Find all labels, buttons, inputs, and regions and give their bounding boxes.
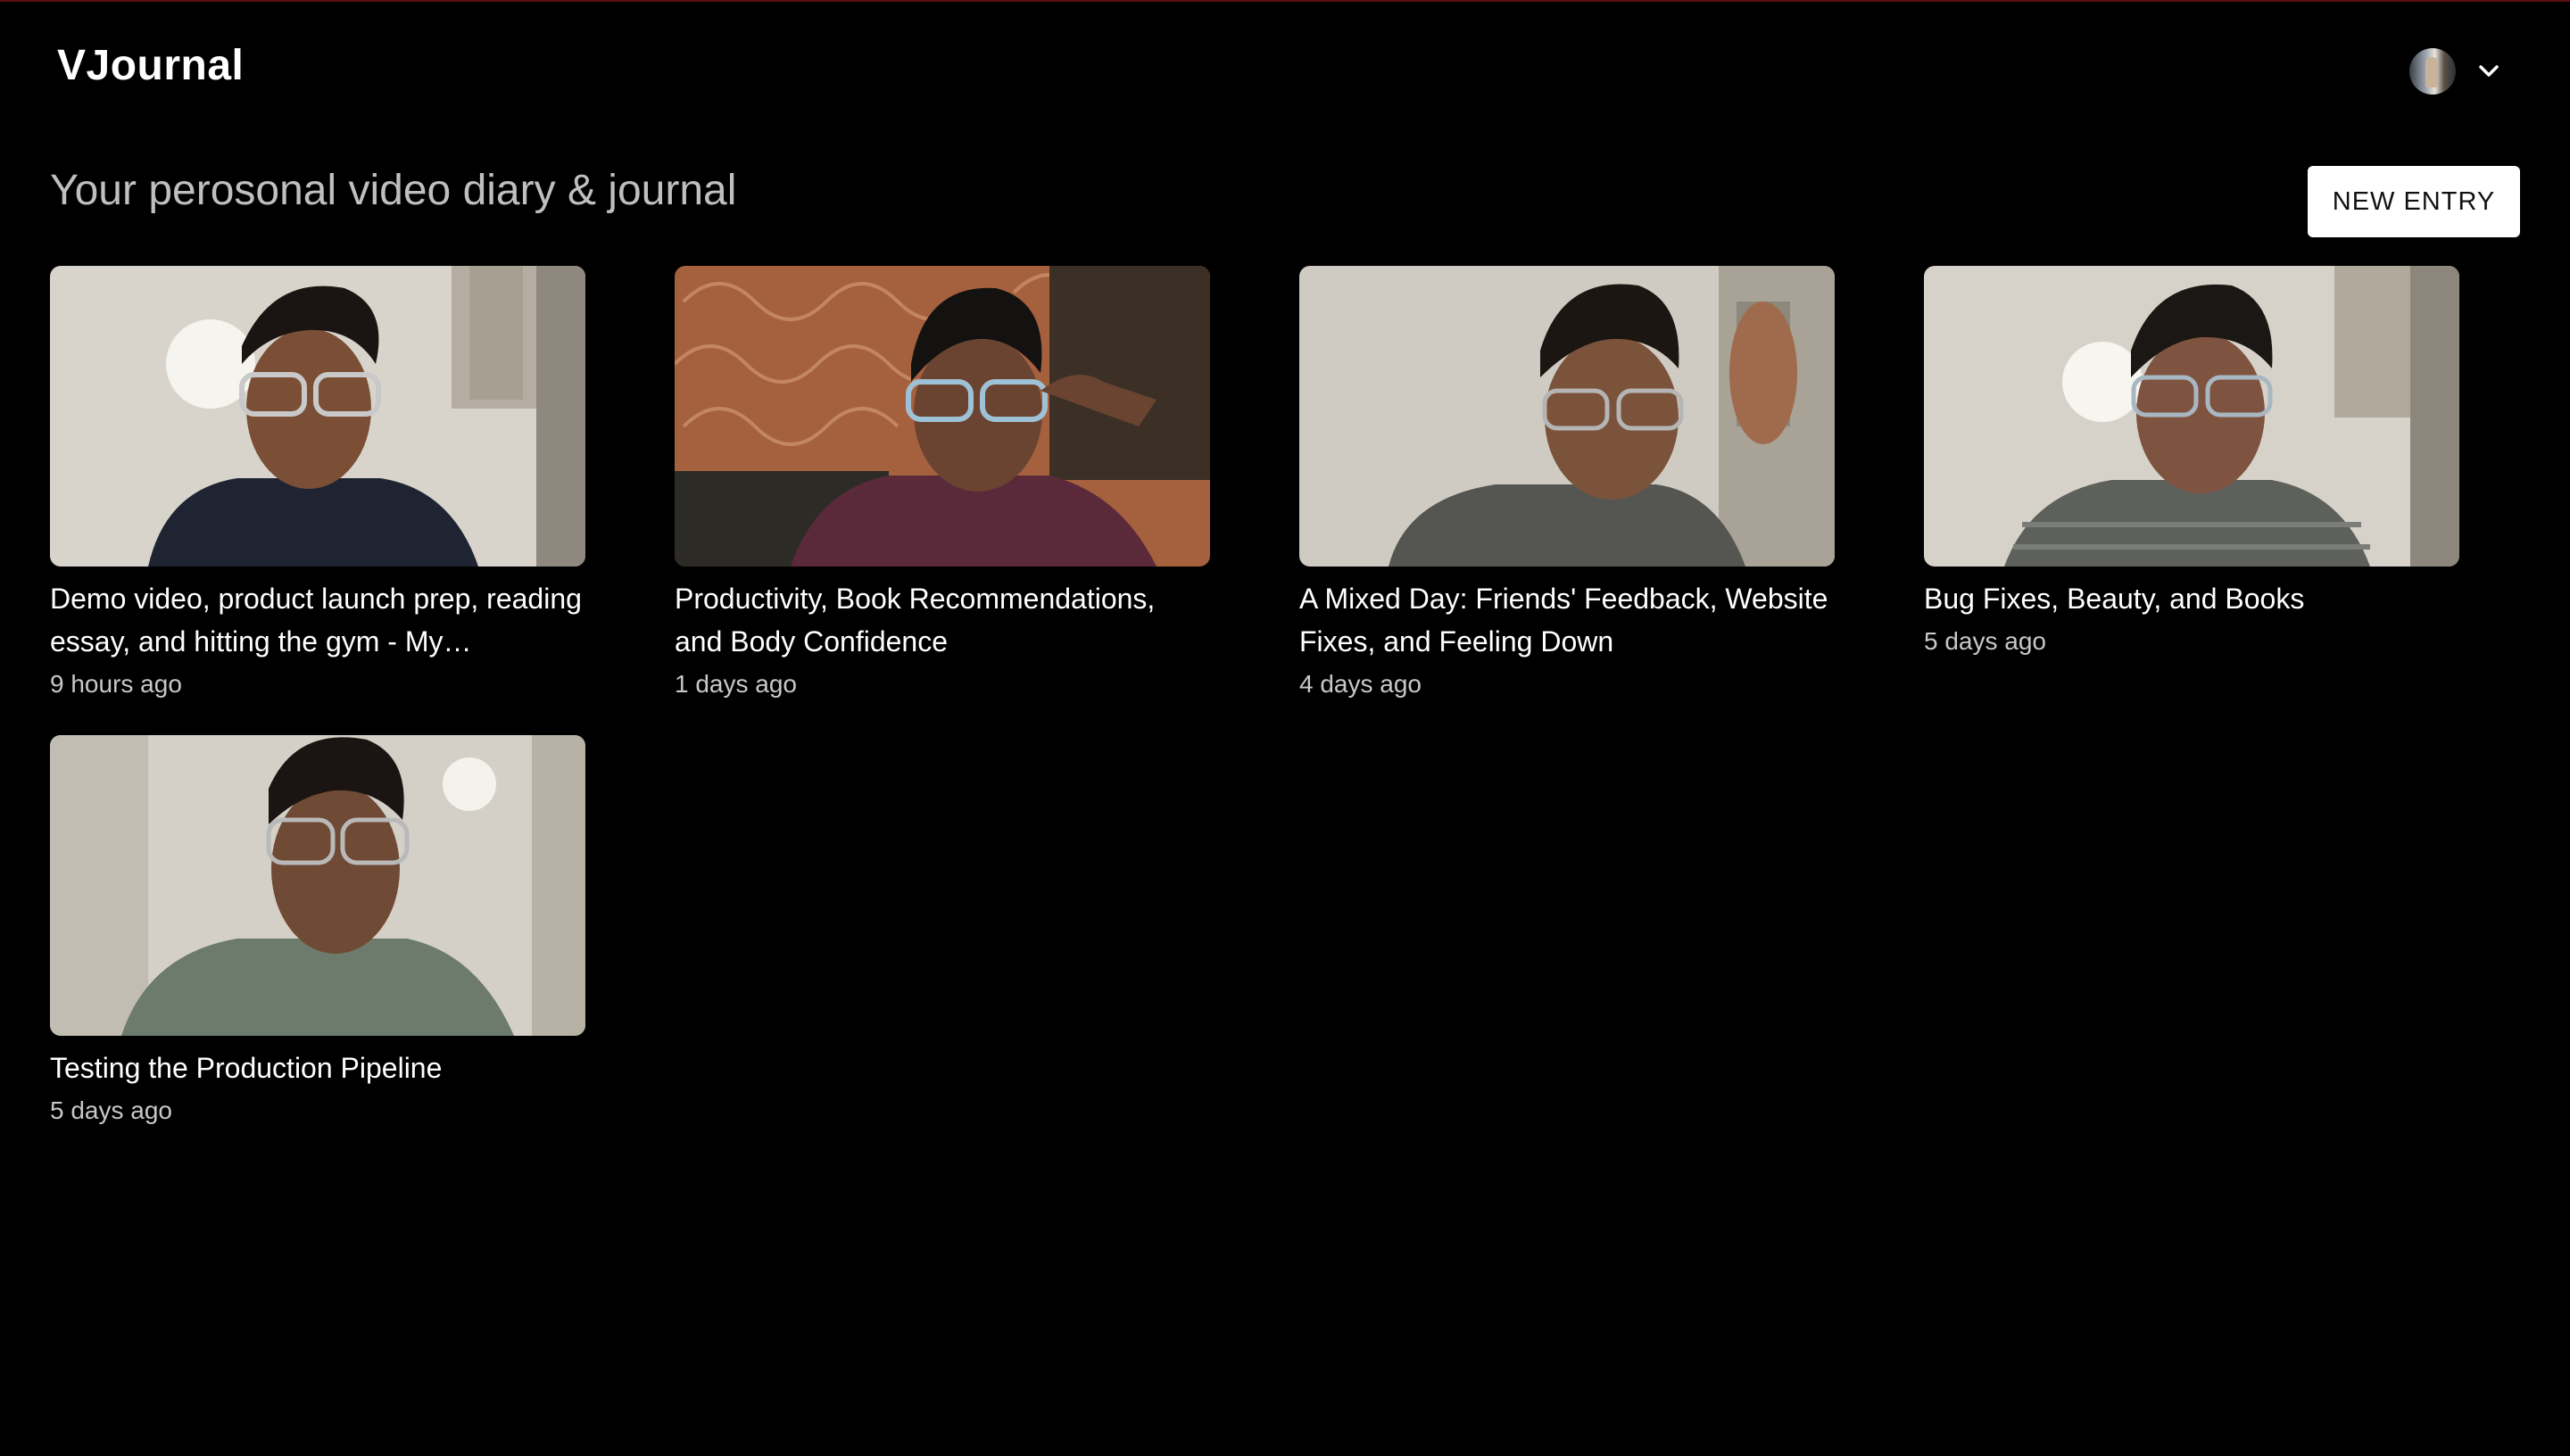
entry-title[interactable]: Productivity, Book Recommendations, and … bbox=[675, 577, 1210, 663]
app-header: VJournal bbox=[0, 0, 2570, 134]
new-entry-button[interactable]: NEW ENTRY bbox=[2308, 166, 2520, 237]
entry-title[interactable]: Testing the Production Pipeline bbox=[50, 1046, 585, 1089]
video-thumbnail[interactable] bbox=[1299, 266, 1835, 567]
chevron-down-icon[interactable] bbox=[2475, 58, 2502, 85]
entry-timestamp: 9 hours ago bbox=[50, 670, 182, 698]
user-menu[interactable] bbox=[2409, 48, 2502, 95]
avatar[interactable] bbox=[2409, 48, 2456, 95]
entry-title[interactable]: A Mixed Day: Friends' Feedback, Website … bbox=[1299, 577, 1835, 663]
entry-timestamp: 5 days ago bbox=[1924, 627, 2046, 655]
video-thumbnail[interactable] bbox=[50, 266, 585, 567]
video-thumbnail[interactable] bbox=[675, 266, 1210, 567]
entry-timestamp: 5 days ago bbox=[50, 1096, 172, 1124]
app-logo[interactable]: VJournal bbox=[57, 41, 244, 90]
entry-card[interactable]: Bug Fixes, Beauty, and Books 5 days ago bbox=[1924, 266, 2459, 656]
entry-card[interactable]: Testing the Production Pipeline 5 days a… bbox=[50, 735, 585, 1125]
entry-title[interactable]: Bug Fixes, Beauty, and Books bbox=[1924, 577, 2459, 620]
entry-title[interactable]: Demo video, product launch prep, reading… bbox=[50, 577, 585, 663]
video-thumbnail[interactable] bbox=[1924, 266, 2459, 567]
video-thumbnail[interactable] bbox=[50, 735, 585, 1036]
entry-timestamp: 4 days ago bbox=[1299, 670, 1422, 698]
entry-card[interactable]: Demo video, product launch prep, reading… bbox=[50, 266, 585, 699]
entry-timestamp: 1 days ago bbox=[675, 670, 797, 698]
entry-card[interactable]: A Mixed Day: Friends' Feedback, Website … bbox=[1299, 266, 1835, 699]
entry-card[interactable]: Productivity, Book Recommendations, and … bbox=[675, 266, 1210, 699]
page-tagline: Your perosonal video diary & journal bbox=[50, 167, 737, 214]
